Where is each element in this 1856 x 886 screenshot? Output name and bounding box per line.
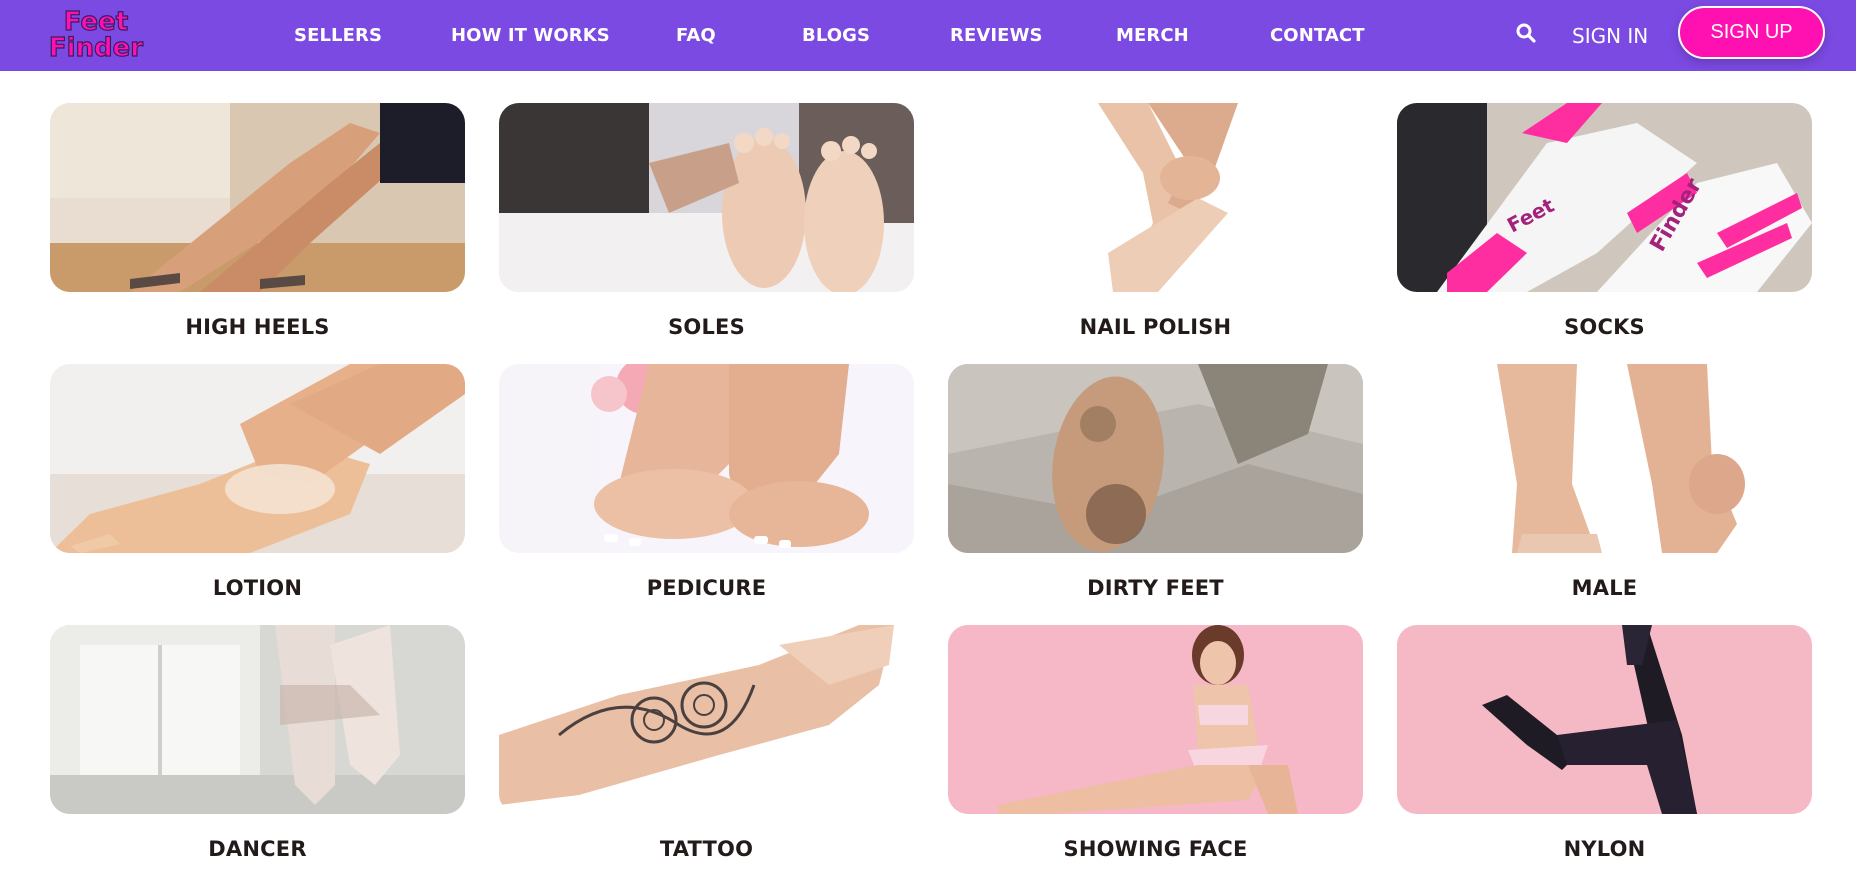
nav-link-reviews[interactable]: REVIEWS (950, 25, 1043, 46)
nav-link-merch[interactable]: MERCH (1116, 25, 1189, 46)
category-card-tattoo[interactable]: TATTOO (499, 625, 914, 886)
category-card-dirty-feet[interactable]: DIRTY FEET (948, 364, 1363, 625)
category-thumbnail[interactable] (948, 625, 1363, 814)
category-label: SOLES (668, 315, 745, 339)
category-thumbnail[interactable] (1397, 364, 1812, 553)
nav-link-blogs[interactable]: BLOGS (802, 25, 870, 46)
svg-text:Finder: Finder (49, 33, 143, 62)
category-thumbnail[interactable] (499, 364, 914, 553)
top-navbar: Feet Finder SELLERS HOW IT WORKS FAQ BLO… (0, 0, 1856, 71)
category-thumbnail[interactable] (50, 364, 465, 553)
nav-link-how-it-works[interactable]: HOW IT WORKS (451, 25, 610, 46)
category-label: NAIL POLISH (1079, 315, 1232, 339)
category-card-pedicure[interactable]: PEDICURE (499, 364, 914, 625)
category-label: DANCER (208, 837, 307, 861)
category-label: LOTION (212, 576, 303, 600)
nav-link-sellers[interactable]: SELLERS (294, 25, 382, 46)
category-card-high-heels[interactable]: HIGH HEELS (50, 103, 465, 364)
category-card-showing-face[interactable]: SHOWING FACE (948, 625, 1363, 886)
category-label: SHOWING FACE (1063, 837, 1248, 861)
brand-logo[interactable]: Feet Finder (48, 4, 144, 62)
category-thumbnail[interactable] (1397, 625, 1812, 814)
category-label: SOCKS (1564, 315, 1645, 339)
category-thumbnail[interactable] (948, 364, 1363, 553)
nav-link-contact[interactable]: CONTACT (1270, 25, 1365, 46)
category-thumbnail[interactable] (50, 625, 465, 814)
category-thumbnail[interactable] (499, 103, 914, 292)
category-card-male[interactable]: MALE (1397, 364, 1812, 625)
category-card-soles[interactable]: SOLES (499, 103, 914, 364)
category-card-lotion[interactable]: LOTION (50, 364, 465, 625)
sign-up-button[interactable]: SIGN UP (1678, 6, 1825, 59)
category-thumbnail[interactable] (948, 103, 1363, 292)
category-label: HIGH HEELS (185, 315, 330, 339)
search-icon[interactable] (1514, 21, 1538, 45)
category-card-dancer[interactable]: DANCER (50, 625, 465, 886)
category-thumbnail[interactable]: Feet Finder (1397, 103, 1812, 292)
category-label: NYLON (1563, 837, 1646, 861)
category-label: PEDICURE (646, 576, 767, 600)
category-card-nylon[interactable]: NYLON (1397, 625, 1812, 886)
category-thumbnail[interactable] (50, 103, 465, 292)
nav-link-faq[interactable]: FAQ (676, 25, 716, 46)
category-grid: HIGH HEELS SOLES NAIL POLISH Feet Finder… (50, 103, 1815, 886)
logo-icon: Feet Finder (48, 6, 144, 62)
category-card-nail-polish[interactable]: NAIL POLISH (948, 103, 1363, 364)
category-label: TATTOO (659, 837, 754, 861)
category-thumbnail[interactable] (499, 625, 914, 814)
category-card-socks[interactable]: Feet Finder SOCKS (1397, 103, 1812, 364)
category-label: DIRTY FEET (1087, 576, 1224, 600)
sign-in-link[interactable]: SIGN IN (1572, 0, 1648, 71)
category-label: MALE (1571, 576, 1638, 600)
